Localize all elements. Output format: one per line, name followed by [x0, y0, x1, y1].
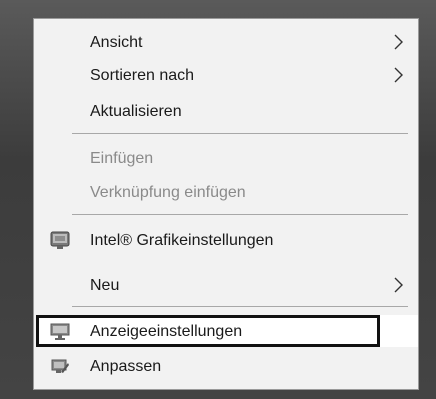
menu-item-label: Anzeigeeinstellungen — [90, 323, 243, 340]
menu-item-aktualisieren[interactable]: Aktualisieren — [34, 96, 418, 126]
chevron-right-icon — [394, 277, 403, 293]
chevron-right-icon — [394, 34, 403, 50]
menu-item-neu[interactable]: Neu — [34, 270, 418, 300]
menu-item-label: Sortieren nach — [90, 67, 195, 84]
menu-separator — [72, 306, 408, 307]
personalize-icon — [51, 359, 69, 373]
menu-item-intel-grafikeinstellungen[interactable]: Intel® Grafikeinstellungen — [34, 225, 418, 255]
menu-item-anpassen[interactable]: Anpassen — [34, 351, 418, 381]
menu-item-sortieren-nach[interactable]: Sortieren nach — [34, 60, 418, 90]
menu-item-label: Intel® Grafikeinstellungen — [90, 232, 274, 249]
menu-separator — [72, 133, 408, 134]
menu-item-label: Verknüpfung einfügen — [90, 184, 246, 201]
menu-item-label: Ansicht — [90, 34, 143, 51]
display-icon — [50, 323, 70, 340]
menu-separator — [72, 214, 408, 215]
menu-item-label: Aktualisieren — [90, 103, 182, 120]
menu-item-verknuepfung-einfuegen: Verknüpfung einfügen — [34, 177, 418, 207]
menu-item-ansicht[interactable]: Ansicht — [34, 27, 418, 57]
context-menu: Ansicht Sortieren nach Aktualisieren Ein… — [33, 18, 419, 390]
menu-item-label: Neu — [90, 277, 120, 294]
menu-item-label: Einfügen — [90, 150, 154, 167]
menu-item-anzeigeeinstellungen[interactable]: Anzeigeeinstellungen — [34, 316, 418, 346]
chevron-right-icon — [394, 67, 403, 83]
intel-graphics-icon — [50, 231, 70, 249]
menu-item-einfuegen: Einfügen — [34, 143, 418, 173]
menu-item-label: Anpassen — [90, 358, 162, 375]
